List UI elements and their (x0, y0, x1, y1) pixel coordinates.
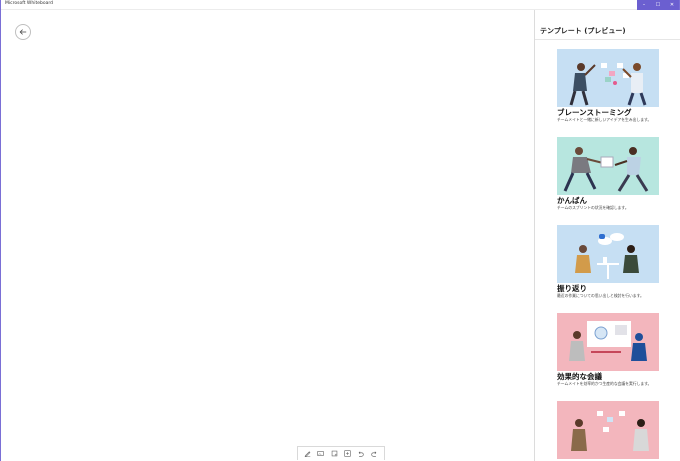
app-title: Microsoft Whiteboard (5, 1, 53, 6)
template-illustration (557, 225, 659, 283)
redo-button[interactable] (370, 450, 378, 458)
template-card-retrospective[interactable]: 振り返り 最近の作業についての思い出しと検討を行います。 (557, 225, 660, 298)
divider (535, 39, 680, 40)
template-illustration (557, 313, 659, 371)
note-tool-button[interactable] (330, 450, 338, 458)
arrow-left-icon (19, 29, 27, 35)
template-card-effective-meeting[interactable]: 効果的な会議 チームメイトを効率的かつ生産的な会議を実行します。 (557, 313, 660, 386)
template-card-5[interactable] (557, 401, 660, 459)
templates-panel: テンプレート (プレビュー) ブレーンストーミング チームメイトと一緒に新しいア… (534, 10, 680, 461)
minimize-button[interactable]: – (637, 0, 651, 10)
template-title: 振り返り (557, 284, 587, 293)
template-description: 最近の作業についての思い出しと検討を行います。 (557, 293, 644, 298)
template-description: チームのスプリントの状況を確認します。 (557, 205, 629, 210)
template-illustration (557, 49, 659, 107)
insert-icon (344, 450, 351, 457)
template-illustration (557, 137, 659, 195)
undo-button[interactable] (357, 450, 365, 458)
template-illustration (557, 401, 659, 459)
template-title: 効果的な会議 (557, 372, 602, 381)
maximize-button[interactable]: ☐ (651, 0, 665, 10)
bottom-toolbar (297, 446, 385, 460)
template-card-brainstorming[interactable]: ブレーンストーミング チームメイトと一緒に新しいアイデアを生み出します。 (557, 49, 660, 122)
whiteboard-canvas[interactable] (1, 10, 534, 461)
template-card-kanban[interactable]: かんばん チームのスプリントの状況を確認します。 (557, 137, 660, 210)
undo-icon (359, 451, 364, 457)
close-button[interactable]: ✕ (665, 0, 679, 10)
pen-icon (304, 451, 311, 457)
template-title: ブレーンストーミング (557, 108, 632, 117)
back-button[interactable] (15, 24, 31, 40)
template-description: チームメイトを効率的かつ生産的な会議を実行します。 (557, 381, 652, 386)
insert-tool-button[interactable] (344, 450, 352, 458)
title-bar: Microsoft Whiteboard – ☐ ✕ (1, 0, 679, 10)
note-icon (331, 450, 338, 457)
template-description: チームメイトと一緒に新しいアイデアを生み出します。 (557, 117, 652, 122)
window-controls: – ☐ ✕ (637, 0, 679, 10)
image-tool-button[interactable] (317, 450, 325, 458)
template-title: かんばん (557, 196, 587, 205)
pen-tool-button[interactable] (304, 450, 312, 458)
panel-title: テンプレート (プレビュー) (540, 27, 626, 35)
redo-icon (371, 451, 377, 457)
image-icon (317, 451, 325, 456)
